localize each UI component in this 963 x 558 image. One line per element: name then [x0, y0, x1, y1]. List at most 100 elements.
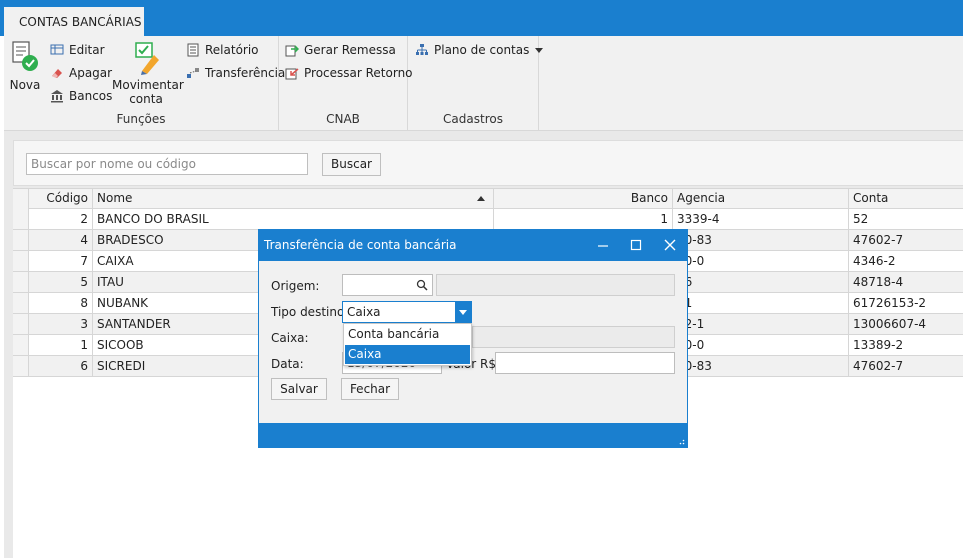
tipo-destino-value: Caixa [347, 305, 381, 319]
salvar-button[interactable]: Salvar [271, 378, 327, 400]
row-indicator[interactable] [13, 272, 29, 292]
cell-codigo: 3 [29, 314, 93, 334]
row-indicator[interactable] [13, 209, 29, 229]
apagar-button[interactable]: Apagar [50, 64, 112, 82]
row-indicator[interactable] [13, 356, 29, 376]
ribbon-group-cadastros: Plano de contas Cadastros [408, 36, 544, 130]
column-header-nome[interactable]: Nome [93, 189, 494, 209]
cell-agencia: 60-0 [673, 335, 849, 355]
editar-label: Editar [69, 43, 105, 57]
row-indicator[interactable] [13, 293, 29, 313]
column-header-codigo[interactable]: Código [29, 189, 93, 209]
dialog-status-bar [259, 423, 687, 447]
new-document-icon [12, 41, 38, 71]
nova-button[interactable]: Nova [8, 41, 42, 92]
dropdown-option-conta-bancaria[interactable]: Conta bancária [345, 325, 470, 344]
cell-agencia: 10-83 [673, 230, 849, 250]
column-header-banco[interactable]: Banco [494, 189, 673, 209]
cell-conta: 13006607-4 [853, 317, 927, 331]
cell-conta: 4346-2 [853, 254, 896, 268]
ribbon-group-title-cnab: CNAB [326, 112, 360, 126]
column-header-conta[interactable]: Conta [849, 189, 963, 209]
bank-icon [50, 89, 64, 103]
tipo-destino-label: Tipo destino: [271, 305, 349, 319]
export-file-icon [285, 43, 300, 57]
gerar-remessa-label: Gerar Remessa [304, 43, 396, 57]
ribbon-group-funcoes: Nova Editar Apagar Bancos Movimentar con… [4, 36, 285, 130]
valor-input[interactable] [495, 352, 675, 374]
processar-retorno-label: Processar Retorno [304, 66, 413, 80]
hierarchy-icon [415, 43, 429, 57]
ribbon-group-cnab: Gerar Remessa Processar Retorno CNAB [279, 36, 413, 130]
cell-agencia: 20-0 [673, 251, 849, 271]
bancos-label: Bancos [69, 89, 113, 103]
row-indicator[interactable] [13, 314, 29, 334]
row-indicator-header [13, 189, 29, 209]
search-icon[interactable] [416, 279, 428, 291]
tab-strip: CONTAS BANCÁRIAS [0, 0, 963, 36]
data-label: Data: [271, 357, 304, 371]
chevron-down-icon[interactable] [455, 302, 471, 322]
relatorio-button[interactable]: Relatório [186, 41, 259, 59]
sort-ascending-icon [477, 196, 485, 201]
caixa-label: Caixa: [271, 331, 309, 345]
cell-agencia: 3339-4 [673, 209, 849, 229]
move-account-icon [135, 42, 159, 75]
edit-grid-icon [50, 43, 64, 57]
maximize-icon[interactable] [621, 230, 651, 261]
cell-conta: 47602-7 [853, 233, 904, 247]
ribbon-group-title-cadastros: Cadastros [443, 112, 503, 126]
transferencia-button[interactable]: Transferência [186, 64, 285, 82]
cell-conta: 47602-7 [853, 359, 904, 373]
cell-agencia: 56 [673, 272, 849, 292]
origem-code-input[interactable] [342, 274, 433, 296]
search-button[interactable]: Buscar [322, 153, 381, 176]
minimize-icon[interactable] [588, 230, 618, 261]
apagar-label: Apagar [69, 66, 113, 80]
movimentar-conta-button[interactable]: Movimentar conta [112, 41, 184, 106]
origem-label: Origem: [271, 279, 320, 293]
cell-agencia: 10-83 [673, 356, 849, 376]
cell-codigo: 6 [29, 356, 93, 376]
cell-conta: 48718-4 [853, 275, 904, 289]
tipo-destino-dropdown: Conta bancária Caixa [343, 323, 472, 366]
transfer-dialog: Transferência de conta bancária Origem: … [258, 229, 688, 448]
cell-conta: 13389-2 [853, 338, 904, 352]
cell-banco: 1 [494, 209, 673, 229]
transfer-icon [186, 66, 200, 80]
ribbon-group-title-funcoes: Funções [116, 112, 166, 126]
search-input[interactable] [26, 153, 308, 175]
fechar-button[interactable]: Fechar [341, 378, 399, 400]
ribbon: Nova Editar Apagar Bancos Movimentar con… [4, 36, 963, 131]
cell-conta: 61726153-2 [853, 296, 927, 310]
gerar-remessa-button[interactable]: Gerar Remessa [285, 41, 396, 59]
plano-de-contas-button[interactable]: Plano de contas [415, 41, 544, 59]
bancos-button[interactable]: Bancos [50, 87, 112, 105]
eraser-icon [50, 66, 64, 80]
tab-contas-bancarias[interactable]: CONTAS BANCÁRIAS [4, 7, 144, 36]
plano-de-contas-label: Plano de contas [434, 43, 530, 57]
cell-codigo: 7 [29, 251, 93, 271]
resize-grip-icon[interactable] [677, 437, 685, 445]
transferencia-label: Transferência [205, 66, 286, 80]
nova-label: Nova [9, 78, 41, 92]
grid-header: Código Nome Banco Agencia Conta [13, 188, 963, 209]
cell-codigo: 4 [29, 230, 93, 250]
row-indicator[interactable] [13, 230, 29, 250]
cell-conta: 52 [853, 212, 869, 226]
editar-button[interactable]: Editar [50, 41, 105, 59]
import-file-icon [285, 66, 299, 80]
table-row[interactable]: 2 BANCO DO BRASIL 1 3339-4 52 [13, 209, 963, 230]
column-header-nome-label: Nome [97, 191, 133, 205]
dialog-title: Transferência de conta bancária [264, 238, 457, 252]
close-icon[interactable] [655, 230, 685, 261]
row-indicator[interactable] [13, 335, 29, 355]
tipo-destino-select[interactable]: Caixa [342, 301, 472, 323]
column-header-agencia[interactable]: Agencia [673, 189, 849, 209]
row-indicator[interactable] [13, 251, 29, 271]
cell-codigo: 1 [29, 335, 93, 355]
report-icon [186, 43, 200, 57]
relatorio-label: Relatório [205, 43, 259, 57]
processar-retorno-button[interactable]: Processar Retorno [285, 64, 413, 82]
dropdown-option-caixa[interactable]: Caixa [345, 345, 470, 364]
